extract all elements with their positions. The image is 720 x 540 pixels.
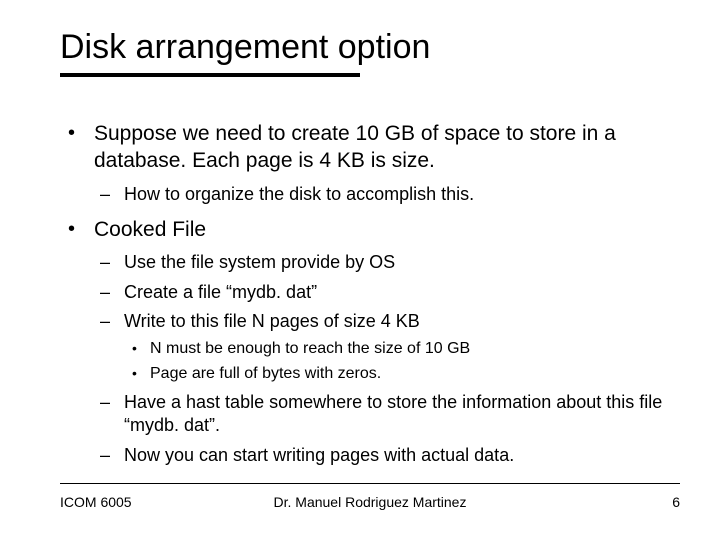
bullet-text: Cooked File [94, 218, 206, 241]
footer-author: Dr. Manuel Rodriguez Martinez [60, 494, 680, 510]
bullet-text: Now you can start writing pages with act… [124, 445, 514, 465]
bullet-level1: Suppose we need to create 10 GB of space… [60, 120, 680, 206]
bullet-level2: Now you can start writing pages with act… [94, 444, 680, 467]
bullet-level3: N must be enough to reach the size of 10… [124, 339, 680, 360]
bullet-text: Page are full of bytes with zeros. [150, 365, 381, 382]
title-underline [60, 73, 360, 77]
footer-page-number: 6 [672, 494, 680, 510]
bullet-text: N must be enough to reach the size of 10… [150, 340, 470, 357]
bullet-level2: Write to this file N pages of size 4 KB … [94, 310, 680, 385]
bullet-text: Suppose we need to create 10 GB of space… [94, 122, 616, 172]
bullet-level2: Create a file “mydb. dat” [94, 281, 680, 304]
bullet-level2: Have a hast table somewhere to store the… [94, 391, 680, 438]
bullet-level2: How to organize the disk to accomplish t… [94, 183, 680, 206]
bullet-text: Use the file system provide by OS [124, 252, 395, 272]
slide-body: Suppose we need to create 10 GB of space… [60, 120, 680, 477]
slide-footer: ICOM 6005 Dr. Manuel Rodriguez Martinez … [60, 483, 680, 510]
title-block: Disk arrangement option [60, 28, 430, 77]
slide-title: Disk arrangement option [60, 28, 430, 67]
bullet-level3: Page are full of bytes with zeros. [124, 364, 680, 385]
bullet-text: How to organize the disk to accomplish t… [124, 184, 474, 204]
bullet-text: Have a hast table somewhere to store the… [124, 392, 662, 435]
bullet-level1: Cooked File Use the file system provide … [60, 216, 680, 467]
footer-rule [60, 483, 680, 484]
bullet-text: Write to this file N pages of size 4 KB [124, 311, 420, 331]
bullet-level2: Use the file system provide by OS [94, 251, 680, 274]
bullet-text: Create a file “mydb. dat” [124, 282, 317, 302]
